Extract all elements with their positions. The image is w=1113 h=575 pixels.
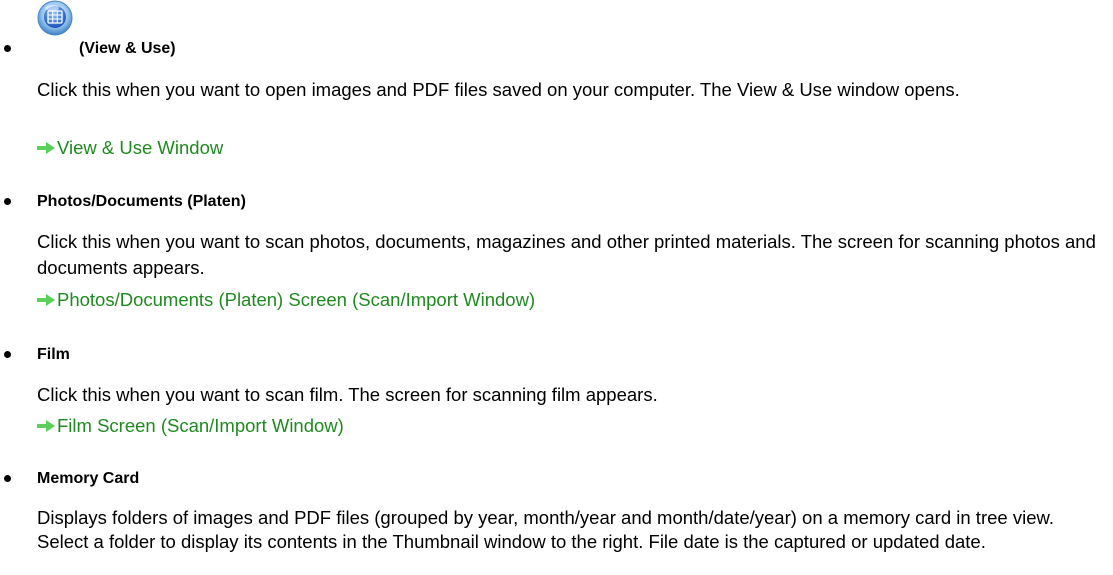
bullet-icon [4,198,11,205]
photos-documents-screen-link[interactable]: Photos/Documents (Platen) Screen (Scan/I… [37,289,535,311]
item-title: Memory Card [37,470,140,487]
item-title: Photos/Documents (Platen) [37,193,246,210]
item-description: Displays folders of images and PDF files… [37,507,1054,552]
view-use-window-link[interactable]: View & Use Window [37,137,223,159]
bullet-icon [4,351,11,358]
arrow-right-icon [37,141,55,154]
item-description: Click this when you want to scan photos,… [37,231,1096,278]
item-description: Click this when you want to scan film. T… [37,384,658,405]
item-title: (View & Use) [79,40,176,57]
arrow-right-icon [37,293,55,306]
view-use-app-icon [37,0,73,36]
link-label: View & Use Window [57,137,224,158]
item-title: Film [37,346,70,363]
bullet-icon [4,475,11,482]
link-label: Film Screen (Scan/Import Window) [57,415,344,436]
arrow-right-icon [37,419,55,432]
bullet-icon [4,45,11,52]
link-label: Photos/Documents (Platen) Screen (Scan/I… [57,289,536,310]
film-screen-link[interactable]: Film Screen (Scan/Import Window) [37,415,344,437]
item-description: Click this when you want to open images … [37,79,960,100]
